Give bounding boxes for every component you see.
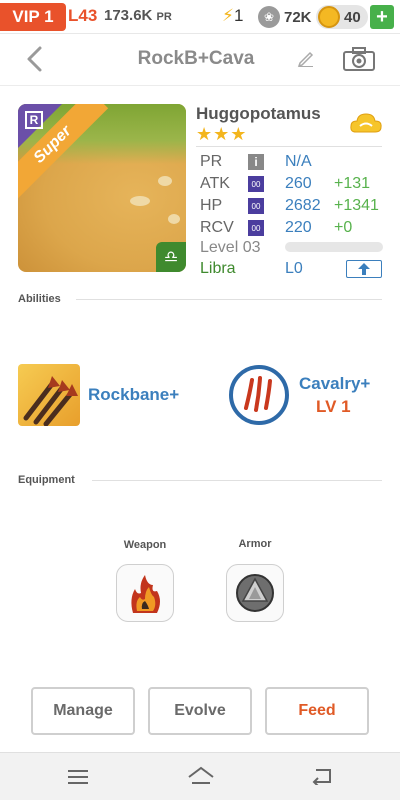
divider — [196, 146, 382, 147]
stat-label-pr: PR — [200, 153, 223, 170]
armor-slot[interactable] — [226, 564, 284, 622]
stat-value-pr: N/A — [285, 153, 312, 170]
stat-label-hp: HP — [200, 197, 223, 214]
rcv-plus-icon: 00 — [248, 220, 264, 236]
coin-value: 40 — [344, 8, 361, 26]
stat-value-atk: 260 — [285, 175, 312, 192]
rockbane-icon[interactable] — [18, 364, 80, 426]
page-header: RockB+Cava — [0, 34, 400, 86]
menu-icon[interactable] — [66, 769, 90, 785]
coin-icon — [318, 6, 340, 28]
zodiac-sign-label: Libra — [200, 260, 236, 277]
rarity-badge: R — [25, 111, 43, 129]
stat-bonus-hp: +1341 — [334, 197, 379, 214]
divider — [92, 480, 382, 481]
coin-counter[interactable]: 40 — [316, 5, 368, 29]
ability-name-cavalry[interactable]: Cavalry+ — [299, 374, 370, 394]
home-icon[interactable] — [186, 765, 216, 787]
stat-bonus-atk: +131 — [334, 175, 371, 192]
xp-progress-bar — [285, 242, 383, 252]
monster-portrait[interactable]: Super R ♎ — [18, 104, 186, 272]
energy-value: 1 — [233, 6, 244, 25]
equipment-heading: Equipment — [18, 474, 75, 486]
up-arrow-icon — [358, 263, 370, 275]
armor-shield-icon — [236, 574, 274, 612]
paw-value: 72K — [284, 8, 312, 26]
player-level: L43 — [68, 6, 98, 25]
info-icon[interactable]: i — [248, 154, 264, 170]
upgrade-arrow-button[interactable] — [346, 260, 382, 278]
atk-plus-icon: 00 — [248, 176, 264, 192]
back-nav-icon[interactable] — [310, 767, 334, 785]
armor-label: Armor — [238, 538, 272, 550]
page-title: RockB+Cava — [137, 48, 255, 69]
system-nav-bar — [0, 752, 400, 800]
libra-sign-icon: ♎ — [156, 242, 186, 272]
pebble — [168, 214, 180, 224]
stat-label-atk: ATK — [200, 175, 230, 192]
feed-button[interactable]: Feed — [265, 687, 369, 735]
fire-claw-icon — [131, 575, 160, 613]
divider — [76, 299, 382, 300]
level-label: Level 03 — [200, 239, 261, 256]
lightning-icon: ⚡ — [222, 6, 234, 25]
cavalry-icon[interactable] — [228, 364, 290, 426]
status-bar: VIP 1 L43 173.6K PR ⚡1 ❀ 72K 40 + — [0, 0, 400, 34]
stat-value-hp: 2682 — [285, 197, 321, 214]
hp-plus-icon: 00 — [248, 198, 264, 214]
pebble — [158, 176, 172, 186]
monster-name: Huggopotamus — [196, 104, 321, 123]
camera-icon[interactable] — [342, 46, 376, 72]
paw-icon: ❀ — [258, 6, 280, 28]
abilities-heading: Abilities — [18, 293, 61, 305]
edit-pencil-icon[interactable] — [296, 48, 316, 68]
ability-level-cavalry: LV 1 — [316, 397, 351, 416]
power-unit: PR — [156, 11, 172, 23]
pebble — [130, 196, 150, 206]
weapon-slot[interactable] — [116, 564, 174, 622]
weapon-label: Weapon — [123, 539, 167, 551]
stat-value-rcv: 220 — [285, 219, 312, 236]
add-coins-button[interactable]: + — [370, 5, 394, 29]
ability-name-rockbane[interactable]: Rockbane+ — [88, 385, 179, 405]
power-rating: 173.6K PR — [104, 7, 172, 24]
evolve-button[interactable]: Evolve — [148, 687, 252, 735]
zodiac-level: L0 — [285, 260, 303, 277]
back-arrow-icon[interactable] — [20, 42, 50, 76]
star-rating: ★★★ — [196, 124, 248, 144]
power-value: 173.6K — [104, 7, 153, 24]
paw-counter[interactable]: ❀ 72K — [258, 5, 312, 29]
manage-button[interactable]: Manage — [31, 687, 135, 735]
stat-bonus-rcv: +0 — [334, 219, 353, 236]
energy-counter[interactable]: ⚡1 — [222, 6, 243, 26]
cloud-element-icon[interactable] — [348, 110, 384, 136]
vip-badge[interactable]: VIP 1 — [0, 3, 66, 31]
stat-label-rcv: RCV — [200, 219, 234, 236]
